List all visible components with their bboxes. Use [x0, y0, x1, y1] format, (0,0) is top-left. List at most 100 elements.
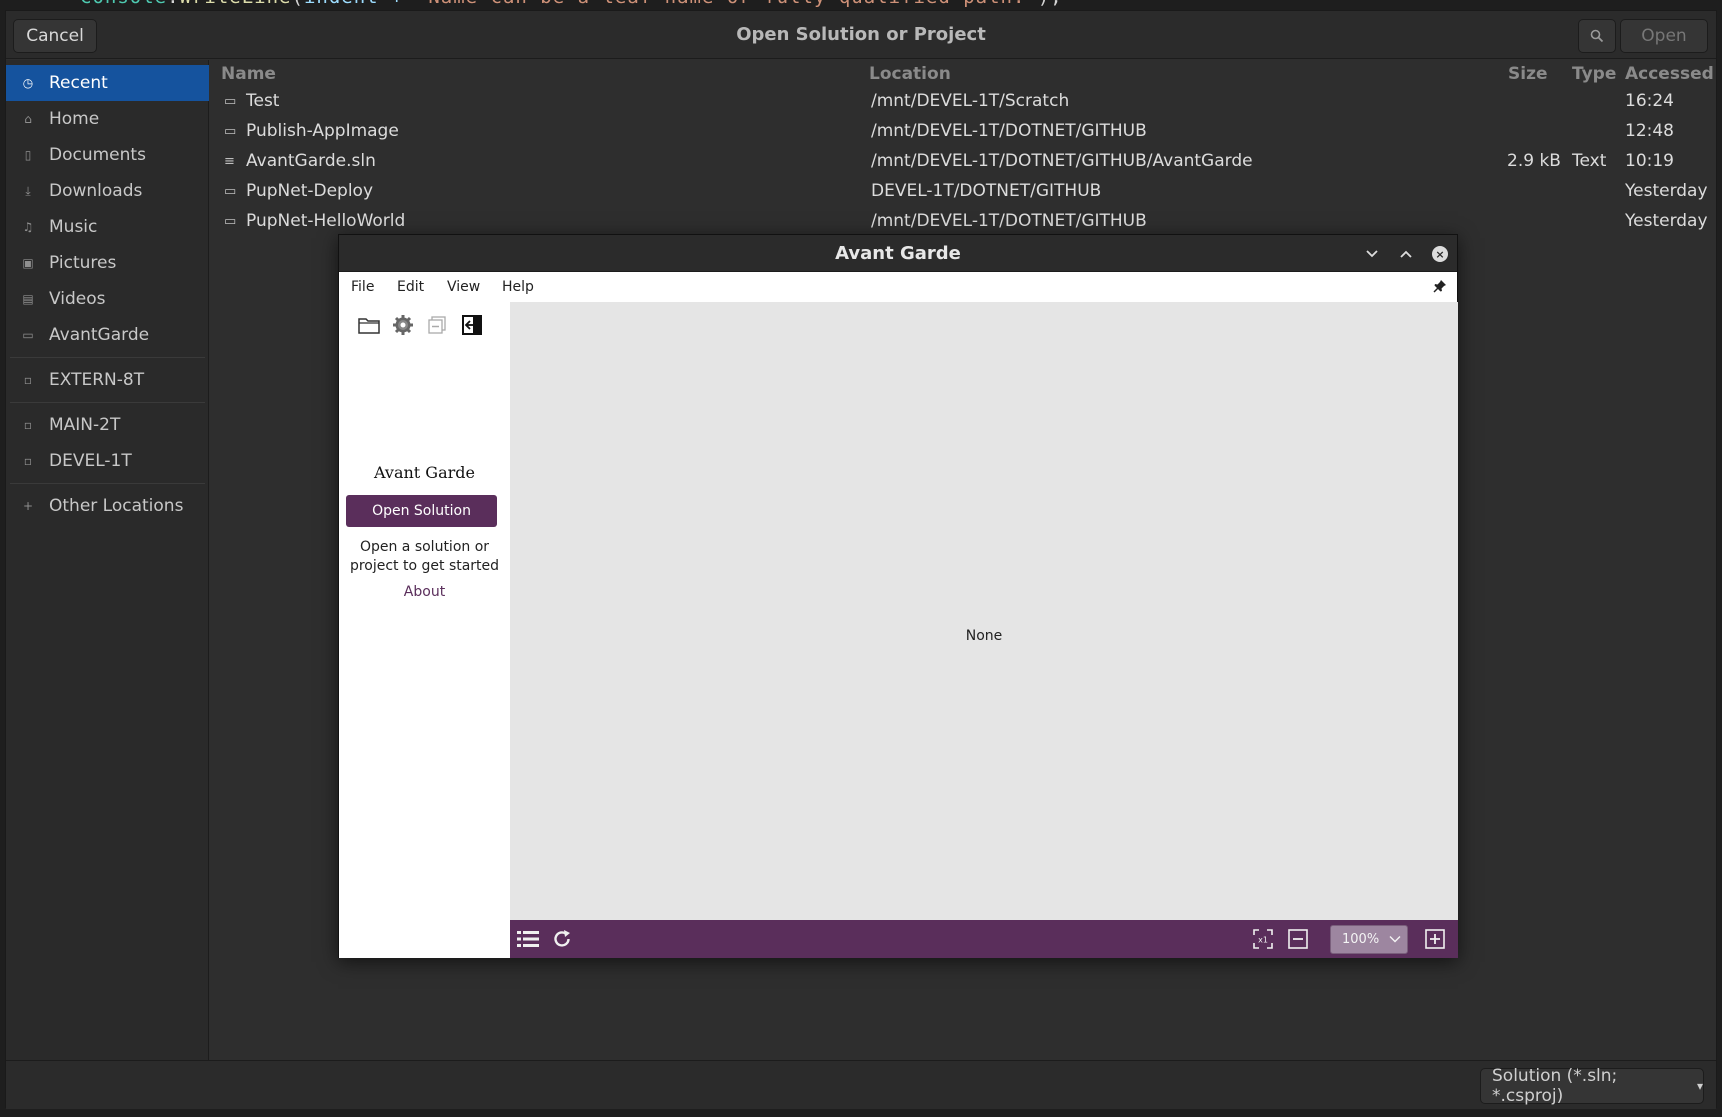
menu-file[interactable]: File [351, 279, 374, 295]
folder-icon: ▭ [224, 184, 237, 199]
sidebar-item-devel-1t[interactable]: ▫ DEVEL-1T [6, 443, 209, 479]
settings-button[interactable] [390, 312, 416, 338]
toggle-panel-button[interactable] [459, 312, 485, 338]
left-panel: Avant Garde Open Solution Open a solutio… [339, 302, 510, 958]
zoom-in-button[interactable] [1422, 927, 1448, 951]
zoom-level-dropdown[interactable]: 100% [1330, 925, 1408, 954]
app-name-heading: Avant Garde [374, 463, 475, 482]
zoom-reset-button[interactable]: x1 [1250, 927, 1276, 951]
sidebar-item-pictures[interactable]: ▣ Pictures [6, 245, 209, 281]
sidebar-separator [10, 402, 205, 403]
menu-edit[interactable]: Edit [397, 279, 424, 295]
sidebar-item-home[interactable]: ⌂ Home [6, 101, 209, 137]
file-row[interactable]: ▭ PupNet-Deploy DEVEL-1T/DOTNET/GITHUB Y… [216, 177, 1708, 207]
maximize-button[interactable] [1395, 243, 1417, 265]
home-icon: ⌂ [24, 112, 32, 126]
sidebar-item-main-2t[interactable]: ▫ MAIN-2T [6, 407, 209, 443]
file-row[interactable]: ▭ Publish-AppImage /mnt/DEVEL-1T/DOTNET/… [216, 117, 1708, 147]
sidebar-item-videos[interactable]: ▤ Videos [6, 281, 209, 317]
sidebar-item-label: Recent [49, 73, 108, 93]
caret-down-icon: ▾ [1696, 1079, 1703, 1093]
open-folder-button[interactable] [356, 312, 382, 338]
menu-bar: File Edit View Help [339, 272, 1457, 302]
open-solution-button[interactable]: Open Solution [346, 495, 497, 527]
places-sidebar: ◷ Recent ⌂ Home ▯ Documents ⤓ Downloads ♫ Mus… [6, 60, 209, 1070]
sidebar-separator [10, 357, 205, 358]
code-line: Console.WriteLine(indent + "Name can be … [80, 0, 1063, 8]
column-header-type[interactable]: Type [1572, 64, 1616, 84]
menu-help[interactable]: Help [502, 279, 534, 295]
video-icon: ▤ [22, 292, 34, 306]
gear-icon [393, 315, 413, 335]
open-button[interactable]: Open [1620, 19, 1708, 53]
folder-icon: ▭ [224, 124, 237, 139]
sidebar-item-label: MAIN-2T [49, 415, 121, 435]
file-name: AvantGarde.sln [246, 151, 376, 171]
dialog-title: Open Solution or Project [736, 24, 986, 45]
avant-garde-window: Avant Garde × File Edit View Help Avant … [338, 234, 1458, 958]
pin-icon[interactable] [1433, 279, 1447, 297]
drive-icon: ▫ [23, 454, 33, 468]
close-button[interactable]: × [1432, 246, 1448, 262]
column-header-name[interactable]: Name [221, 64, 276, 84]
collapse-button[interactable] [424, 312, 450, 338]
plus-icon [1425, 929, 1445, 949]
file-location: DEVEL-1T/DOTNET/GITHUB [871, 181, 1102, 201]
music-icon: ♫ [22, 220, 34, 234]
minimize-button[interactable] [1361, 243, 1383, 265]
list-view-button[interactable] [515, 927, 541, 951]
code-token: "Name can be a leaf name or fully qualif… [416, 0, 1038, 8]
file-name: Publish-AppImage [246, 121, 399, 141]
refresh-button[interactable] [549, 927, 575, 951]
drive-icon: ▫ [23, 418, 33, 432]
folder-icon [358, 318, 380, 334]
sidebar-item-music[interactable]: ♫ Music [6, 209, 209, 245]
code-token: . [167, 0, 179, 8]
file-name: Test [246, 91, 280, 111]
hint-line: project to get started [349, 558, 500, 574]
zoom-out-button[interactable] [1285, 927, 1311, 951]
dialog-header-bar: Cancel Open Solution or Project Open [6, 11, 1716, 59]
code-token: ( [291, 0, 303, 8]
search-icon [1590, 29, 1604, 43]
file-location: /mnt/DEVEL-1T/DOTNET/GITHUB [871, 211, 1147, 231]
background-editor-bottom [0, 1108, 1722, 1117]
column-header-location[interactable]: Location [869, 64, 951, 84]
hint-line: Open a solution or [359, 539, 490, 555]
file-accessed: 16:24 [1625, 91, 1674, 111]
sidebar-item-other-locations[interactable]: + Other Locations [6, 488, 209, 524]
drive-icon: ▫ [23, 373, 33, 387]
sidebar-item-label: Other Locations [49, 496, 184, 516]
sidebar-item-avantgarde[interactable]: ▭ AvantGarde [6, 317, 209, 353]
dialog-footer: Solution (*.sln; *.csproj) ▾ [6, 1060, 1716, 1109]
file-row[interactable]: ▭ PupNet-HelloWorld /mnt/DEVEL-1T/DOTNET… [216, 207, 1708, 237]
sidebar-item-downloads[interactable]: ⤓ Downloads [6, 173, 209, 209]
window-title-bar[interactable]: Avant Garde × [339, 235, 1457, 272]
file-row[interactable]: ▭ Test /mnt/DEVEL-1T/Scratch 16:24 [216, 87, 1708, 117]
clock-icon: ◷ [22, 76, 34, 90]
file-filter-dropdown[interactable]: Solution (*.sln; *.csproj) ▾ [1480, 1066, 1704, 1106]
search-button[interactable] [1578, 19, 1616, 53]
folder-icon: ▭ [224, 94, 237, 109]
file-filter-label: Solution (*.sln; *.csproj) [1492, 1066, 1618, 1106]
sidebar-item-documents[interactable]: ▯ Documents [6, 137, 209, 173]
about-link[interactable]: About [339, 584, 510, 600]
menu-view[interactable]: View [447, 279, 480, 295]
column-header-size[interactable]: Size [1508, 64, 1548, 84]
file-type: Text [1572, 151, 1607, 171]
collapse-all-icon [428, 316, 446, 334]
preview-area: None [510, 302, 1458, 920]
code-token: ); [1038, 0, 1063, 8]
column-header-accessed[interactable]: Accessed [1625, 64, 1714, 84]
file-accessed: Yesterday [1625, 211, 1708, 231]
svg-text:x1: x1 [1258, 936, 1268, 945]
file-accessed: Yesterday [1625, 181, 1708, 201]
file-size: 2.9 kB [1507, 151, 1561, 171]
text-file-icon: ≡ [224, 154, 235, 169]
sidebar-item-label: DEVEL-1T [49, 451, 132, 471]
sidebar-item-recent[interactable]: ◷ Recent [6, 65, 209, 101]
file-row[interactable]: ≡ AvantGarde.sln /mnt/DEVEL-1T/DOTNET/GI… [216, 147, 1708, 177]
zoom-level-value: 100% [1342, 932, 1380, 947]
sidebar-item-extern-8t[interactable]: ▫ EXTERN-8T [6, 362, 209, 398]
preview-toolbar: x1 100% [510, 920, 1458, 958]
